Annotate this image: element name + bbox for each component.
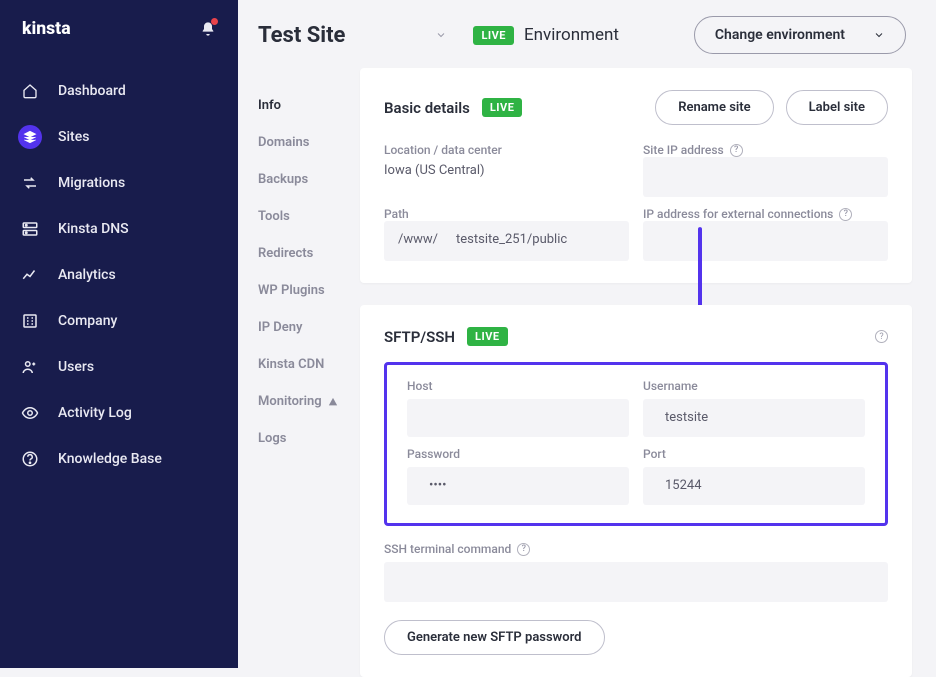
nav-label: Knowledge Base xyxy=(58,451,162,467)
nav-label: Activity Log xyxy=(58,405,132,421)
sftp-card: SFTP/SSH LIVE ? Host Username testsite xyxy=(360,305,912,677)
sidebar: kinsta Dashboard Sites Migrations Kinsta… xyxy=(0,0,238,668)
nav-migrations[interactable]: Migrations xyxy=(0,160,238,206)
label-site-button[interactable]: Label site xyxy=(786,90,888,125)
help-icon[interactable]: ? xyxy=(517,543,530,556)
home-icon xyxy=(22,83,38,99)
generate-sftp-password-button[interactable]: Generate new SFTP password xyxy=(384,620,605,655)
subnav-redirects[interactable]: Redirects xyxy=(258,246,360,261)
live-badge: LIVE xyxy=(467,327,508,346)
analytics-icon xyxy=(21,266,39,284)
eye-icon xyxy=(21,404,39,422)
ssh-cmd-value xyxy=(384,562,888,602)
kinsta-logo: kinsta xyxy=(22,18,110,40)
port-value: 15244 xyxy=(643,467,865,505)
chevron-down-icon[interactable] xyxy=(435,29,447,41)
subnav-logs[interactable]: Logs xyxy=(258,431,360,446)
subnav-info[interactable]: Info xyxy=(258,98,360,113)
site-subnav: Info Domains Backups Tools Redirects WP … xyxy=(238,54,360,677)
username-label: Username xyxy=(643,379,865,393)
live-badge: LIVE xyxy=(473,26,514,45)
subnav-tools[interactable]: Tools xyxy=(258,209,360,224)
page-header: Test Site LIVE Environment Change enviro… xyxy=(238,0,936,54)
external-ip-value xyxy=(643,221,888,261)
help-icon[interactable]: ? xyxy=(839,208,852,221)
main-nav: Dashboard Sites Migrations Kinsta DNS An… xyxy=(0,68,238,482)
help-icon[interactable]: ? xyxy=(730,144,743,157)
notification-dot-icon xyxy=(211,18,218,25)
nav-label: Kinsta DNS xyxy=(58,221,129,237)
change-environment-button[interactable]: Change environment xyxy=(694,16,906,54)
nav-knowledge[interactable]: Knowledge Base xyxy=(0,436,238,482)
nav-label: Company xyxy=(58,313,117,329)
nav-label: Dashboard xyxy=(58,83,126,99)
site-ip-label: Site IP address ? xyxy=(643,143,888,157)
nav-label: Users xyxy=(58,359,94,375)
environment-label: Environment xyxy=(524,25,619,45)
nav-label: Sites xyxy=(58,129,89,145)
svg-text:kinsta: kinsta xyxy=(22,19,71,39)
notifications-button[interactable] xyxy=(200,20,216,38)
live-badge: LIVE xyxy=(482,98,523,117)
nav-dns[interactable]: Kinsta DNS xyxy=(0,206,238,252)
password-value: •••• xyxy=(407,467,629,505)
basic-details-card: Basic details LIVE Rename site Label sit… xyxy=(360,68,912,283)
site-ip-value xyxy=(643,157,888,197)
port-label: Port xyxy=(643,447,865,461)
nav-label: Analytics xyxy=(58,267,116,283)
subnav-monitoring[interactable]: Monitoring xyxy=(258,394,360,409)
migration-icon xyxy=(21,174,39,192)
path-label: Path xyxy=(384,207,629,221)
nav-users[interactable]: Users xyxy=(0,344,238,390)
question-circle-icon xyxy=(21,450,39,468)
change-env-label: Change environment xyxy=(715,27,845,43)
nav-analytics[interactable]: Analytics xyxy=(0,252,238,298)
chevron-down-icon xyxy=(873,29,885,41)
nav-sites[interactable]: Sites xyxy=(0,114,238,160)
subnav-plugins[interactable]: WP Plugins xyxy=(258,283,360,298)
rename-site-button[interactable]: Rename site xyxy=(655,90,773,125)
company-icon xyxy=(21,312,39,330)
nav-company[interactable]: Company xyxy=(0,298,238,344)
subnav-domains[interactable]: Domains xyxy=(258,135,360,150)
username-value: testsite xyxy=(643,399,865,437)
card-title: SFTP/SSH xyxy=(384,328,455,346)
card-title: Basic details xyxy=(384,99,470,117)
external-ip-label: IP address for external connections ? xyxy=(643,207,888,221)
sftp-credentials-box: Host Username testsite Password •••• xyxy=(384,362,888,526)
password-label: Password xyxy=(407,447,629,461)
dns-icon xyxy=(21,220,39,238)
path-value: /www/ testsite_251/public xyxy=(384,221,629,261)
nav-dashboard[interactable]: Dashboard xyxy=(0,68,238,114)
help-icon[interactable]: ? xyxy=(875,330,888,343)
ssh-cmd-label: SSH terminal command ? xyxy=(384,542,888,556)
alert-icon xyxy=(328,397,338,407)
location-label: Location / data center xyxy=(384,143,629,157)
page-title: Test Site xyxy=(258,23,345,48)
subnav-backups[interactable]: Backups xyxy=(258,172,360,187)
host-label: Host xyxy=(407,379,629,393)
nav-label: Migrations xyxy=(58,175,125,191)
nav-activity[interactable]: Activity Log xyxy=(0,390,238,436)
stack-icon xyxy=(23,130,37,144)
host-value xyxy=(407,399,629,437)
users-icon xyxy=(21,358,39,376)
location-value: Iowa (US Central) xyxy=(384,157,629,197)
subnav-ipdeny[interactable]: IP Deny xyxy=(258,320,360,335)
subnav-cdn[interactable]: Kinsta CDN xyxy=(258,357,360,372)
